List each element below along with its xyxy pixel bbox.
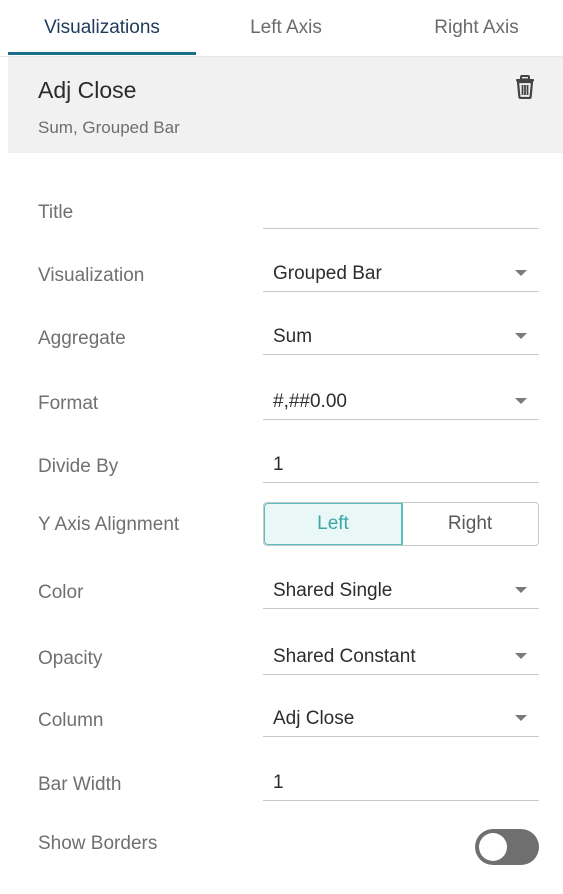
trash-icon[interactable] <box>514 75 536 100</box>
format-label: Format <box>38 393 99 414</box>
chevron-down-icon <box>515 398 527 404</box>
divide-by-label: Divide By <box>38 456 119 477</box>
active-tab-indicator <box>8 52 196 55</box>
format-value: #,##0.00 <box>273 391 347 412</box>
series-header: Adj Close Sum, Grouped Bar <box>8 57 563 153</box>
row-color: Color Shared Single <box>0 568 563 628</box>
tab-right-axis[interactable]: Right Axis <box>390 0 563 56</box>
visualization-value: Grouped Bar <box>273 263 382 284</box>
row-opacity: Opacity Shared Constant <box>0 634 563 694</box>
opacity-select[interactable]: Shared Constant <box>263 634 539 675</box>
aggregate-label: Aggregate <box>38 328 126 349</box>
bar-width-input[interactable]: 1 <box>263 760 539 801</box>
series-subtitle: Sum, Grouped Bar <box>38 118 180 137</box>
tab-visualizations[interactable]: Visualizations <box>8 0 196 56</box>
row-column: Column Adj Close <box>0 696 563 756</box>
opacity-value: Shared Constant <box>273 646 416 667</box>
y-axis-alignment-toggle: Left Right <box>263 502 539 546</box>
row-divide-by: Divide By 1 <box>0 442 563 502</box>
opacity-label: Opacity <box>38 648 103 669</box>
chevron-down-icon <box>515 587 527 593</box>
visualization-select[interactable]: Grouped Bar <box>263 251 539 292</box>
toggle-knob <box>479 833 507 861</box>
column-value: Adj Close <box>273 708 355 729</box>
divide-by-value: 1 <box>273 454 284 475</box>
chevron-down-icon <box>515 333 527 339</box>
chevron-down-icon <box>515 653 527 659</box>
row-bar-width: Bar Width 1 <box>0 760 563 820</box>
column-label: Column <box>38 710 104 731</box>
chevron-down-icon <box>515 270 527 276</box>
row-visualization: Visualization Grouped Bar <box>0 251 563 311</box>
row-title: Title <box>0 188 563 248</box>
row-y-axis-alignment: Y Axis Alignment Left Right <box>0 502 563 562</box>
tab-left-axis[interactable]: Left Axis <box>196 0 376 56</box>
bar-width-value: 1 <box>273 772 284 793</box>
y-axis-left-button[interactable]: Left <box>264 503 403 545</box>
bar-width-label: Bar Width <box>38 774 122 795</box>
format-select[interactable]: #,##0.00 <box>263 379 539 420</box>
row-show-borders: Show Borders <box>0 818 563 878</box>
series-title: Adj Close <box>38 77 137 103</box>
show-borders-label: Show Borders <box>38 833 158 854</box>
row-aggregate: Aggregate Sum <box>0 314 563 374</box>
color-label: Color <box>38 582 84 603</box>
chevron-down-icon <box>515 715 527 721</box>
tab-bar: Visualizations Left Axis Right Axis <box>0 0 563 57</box>
aggregate-value: Sum <box>273 326 313 347</box>
aggregate-select[interactable]: Sum <box>263 314 539 355</box>
y-axis-right-button[interactable]: Right <box>402 503 538 545</box>
divide-by-input[interactable]: 1 <box>263 442 539 483</box>
row-format: Format #,##0.00 <box>0 379 563 439</box>
color-select[interactable]: Shared Single <box>263 568 539 609</box>
color-value: Shared Single <box>273 580 393 601</box>
y-axis-alignment-label: Y Axis Alignment <box>38 514 180 535</box>
title-label: Title <box>38 202 74 223</box>
title-input[interactable] <box>263 188 539 229</box>
column-select[interactable]: Adj Close <box>263 696 539 737</box>
show-borders-toggle[interactable] <box>475 829 539 865</box>
visualization-label: Visualization <box>38 265 145 286</box>
